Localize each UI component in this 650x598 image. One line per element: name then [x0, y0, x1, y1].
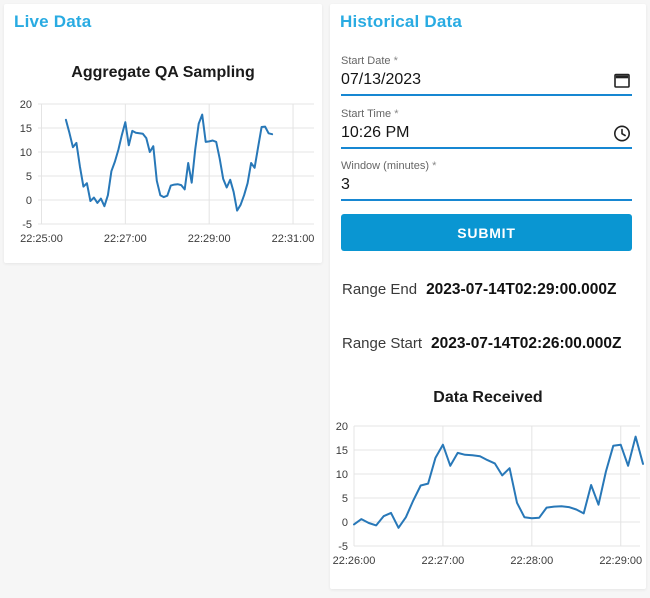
y-tick-label: 0	[26, 195, 32, 207]
window-minutes-value[interactable]: 3	[341, 175, 350, 195]
historical-data-heading: Historical Data	[340, 12, 463, 31]
y-tick-label: 5	[342, 493, 348, 505]
y-tick-label: 20	[20, 99, 32, 111]
start-time-input[interactable]: 10:26 PM	[341, 123, 632, 149]
window-minutes-label-text: Window (minutes)	[341, 160, 430, 172]
x-tick-label: 22:28:00	[510, 555, 553, 567]
y-tick-label: -5	[22, 219, 32, 231]
y-tick-label: -5	[338, 541, 348, 553]
x-tick-label: 22:26:00	[333, 555, 376, 567]
window-minutes-label: Window (minutes) *	[341, 159, 632, 173]
historical-data-panel: Historical Data Start Date * 07/13/2023 …	[330, 4, 646, 589]
y-tick-label: 10	[20, 147, 32, 159]
y-tick-label: 20	[336, 421, 348, 433]
dashboard-page: Live Data Aggregate QA Sampling -5 0 5 10 15…	[0, 0, 650, 598]
x-tick-label: 22:27:00	[421, 555, 464, 567]
live-data-heading: Live Data	[14, 12, 92, 31]
received-chart-canvas: -5 0 5 10 15 20 22:26:00 22:27:00 22:28:00 22:29:…	[333, 421, 644, 567]
start-time-field: Start Time * 10:26 PM	[341, 107, 632, 149]
required-asterisk: *	[432, 160, 437, 172]
x-tick-label: 22:29:00	[188, 233, 231, 245]
start-time-label: Start Time *	[341, 107, 632, 121]
range-start-row: Range Start 2023-07-14T02:26:00.000Z	[342, 335, 640, 353]
required-asterisk: *	[393, 55, 398, 67]
start-date-input[interactable]: 07/13/2023	[341, 70, 632, 96]
live-chart: -5 0 5 10 15 20 22:25:00 22:27:00 22:29:00 22:31:…	[6, 90, 320, 254]
live-chart-title: Aggregate QA Sampling	[71, 64, 255, 81]
range-start-label: Range Start	[342, 335, 423, 352]
y-tick-label: 0	[342, 517, 348, 529]
y-tick-label: 5	[26, 171, 32, 183]
window-minutes-field: Window (minutes) * 3	[341, 159, 632, 201]
received-chart: -5 0 5 10 15 20 22:26:00 22:27:00 22:28:00 22:29:…	[332, 414, 644, 584]
start-date-label: Start Date *	[341, 54, 632, 68]
live-chart-canvas: -5 0 5 10 15 20 22:25:00 22:27:00 22:29:00 22:31:…	[20, 99, 315, 245]
line-series	[64, 113, 274, 212]
x-tick-label: 22:31:00	[272, 233, 315, 245]
range-end-row: Range End 2023-07-14T02:29:00.000Z	[342, 281, 640, 299]
submit-button[interactable]: SUBMIT	[341, 214, 632, 251]
calendar-icon[interactable]	[612, 70, 632, 90]
y-tick-label: 15	[336, 445, 348, 457]
y-tick-label: 15	[20, 123, 32, 135]
required-asterisk: *	[394, 108, 399, 120]
start-date-field: Start Date * 07/13/2023	[341, 54, 632, 96]
start-time-label-text: Start Time	[341, 108, 392, 120]
range-end-value: 2023-07-14T02:29:00.000Z	[426, 281, 617, 298]
x-tick-label: 22:25:00	[20, 233, 63, 245]
start-date-label-text: Start Date	[341, 55, 391, 67]
range-end-label: Range End	[342, 281, 418, 298]
x-tick-label: 22:27:00	[104, 233, 147, 245]
live-data-panel: Live Data Aggregate QA Sampling -5 0 5 10 15…	[4, 4, 322, 263]
window-minutes-input[interactable]: 3	[341, 175, 632, 201]
start-date-value[interactable]: 07/13/2023	[341, 70, 421, 90]
x-tick-label: 22:29:00	[599, 555, 642, 567]
range-start-value: 2023-07-14T02:26:00.000Z	[431, 335, 622, 352]
y-tick-label: 10	[336, 469, 348, 481]
clock-icon[interactable]	[612, 123, 632, 143]
start-time-value[interactable]: 10:26 PM	[341, 123, 409, 143]
received-chart-title: Data Received	[433, 389, 543, 406]
